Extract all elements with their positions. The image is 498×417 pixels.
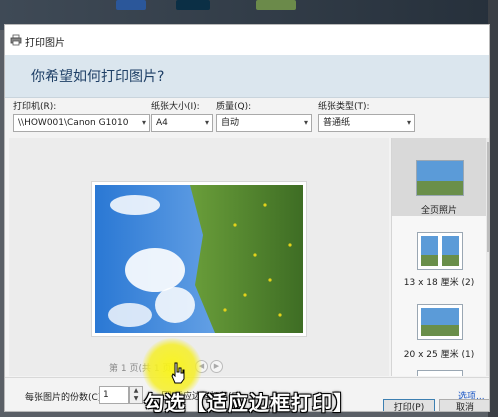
- printer-select[interactable]: \\HOW001\Canon G1010 ▾: [13, 114, 150, 132]
- layout-label: 20 x 25 厘米 (1): [403, 350, 475, 360]
- caption-text: 勾选【适应边框打印】: [144, 391, 354, 415]
- title-bar: 打印图片: [5, 25, 489, 55]
- layout-item-13x18[interactable]: 13 x 18 厘米 (2): [392, 228, 486, 292]
- paper-type-label: 纸张类型(T):: [318, 102, 370, 112]
- preview-photo: [92, 182, 306, 336]
- word-taskbar-icon: [116, 0, 146, 10]
- layout-item-20x25[interactable]: 20 x 25 厘米 (1): [392, 298, 486, 362]
- dialog-header: 你希望如何打印图片?: [5, 55, 489, 98]
- photoshop-taskbar-icon: [176, 0, 210, 10]
- printer-label: 打印机(R):: [13, 102, 57, 112]
- printer-icon: [10, 34, 22, 46]
- layout-scrollbar[interactable]: [486, 138, 489, 376]
- scrollbar-thumb[interactable]: [487, 142, 489, 252]
- printer-value: \\HOW001\Canon G1010: [18, 118, 129, 128]
- chevron-down-icon: ▾: [303, 118, 308, 127]
- full-page-thumbnail: [416, 160, 464, 196]
- single-photo-thumbnail: [417, 304, 463, 340]
- layout-label: 全页照片: [420, 206, 457, 216]
- print-preview-area: 第 1 页(共 1 页) ◀ ▶: [9, 138, 389, 376]
- layout-item-full-page[interactable]: 全页照片: [392, 138, 486, 216]
- print-settings-row: 打印机(R): \\HOW001\Canon G1010 ▾ 纸张大小(I): …: [5, 97, 489, 137]
- next-layout-thumbnail[interactable]: [417, 370, 463, 376]
- quality-select[interactable]: 自动 ▾: [216, 114, 312, 132]
- paper-size-select[interactable]: A4 ▾: [151, 114, 213, 132]
- chevron-down-icon: ▾: [406, 118, 411, 127]
- quality-value: 自动: [221, 118, 240, 128]
- quality-label: 质量(Q):: [216, 102, 252, 112]
- image-taskbar-icon: [256, 0, 296, 10]
- chevron-down-icon: ▾: [204, 118, 209, 127]
- caption-overlay: 勾选【适应边框打印】: [0, 381, 498, 417]
- window-title: 打印图片: [25, 38, 65, 49]
- two-photo-thumbnail: [417, 232, 463, 270]
- next-page-button[interactable]: ▶: [210, 360, 223, 373]
- landscape-photo-image: [95, 185, 303, 333]
- layout-label: 13 x 18 厘米 (2): [403, 278, 475, 288]
- paper-type-value: 普通纸: [323, 118, 351, 128]
- chevron-down-icon: ▾: [141, 118, 146, 127]
- paper-size-label: 纸张大小(I):: [151, 102, 200, 112]
- layout-list: 全页照片 13 x 18 厘米 (2) 20 x 25 厘米 (1): [391, 138, 489, 376]
- paper-size-value: A4: [156, 118, 168, 128]
- header-question: 你希望如何打印图片?: [31, 69, 165, 85]
- paper-type-select[interactable]: 普通纸 ▾: [318, 114, 415, 132]
- print-pictures-dialog: 打印图片 你希望如何打印图片? 打印机(R): \\HOW001\Canon G…: [4, 24, 490, 412]
